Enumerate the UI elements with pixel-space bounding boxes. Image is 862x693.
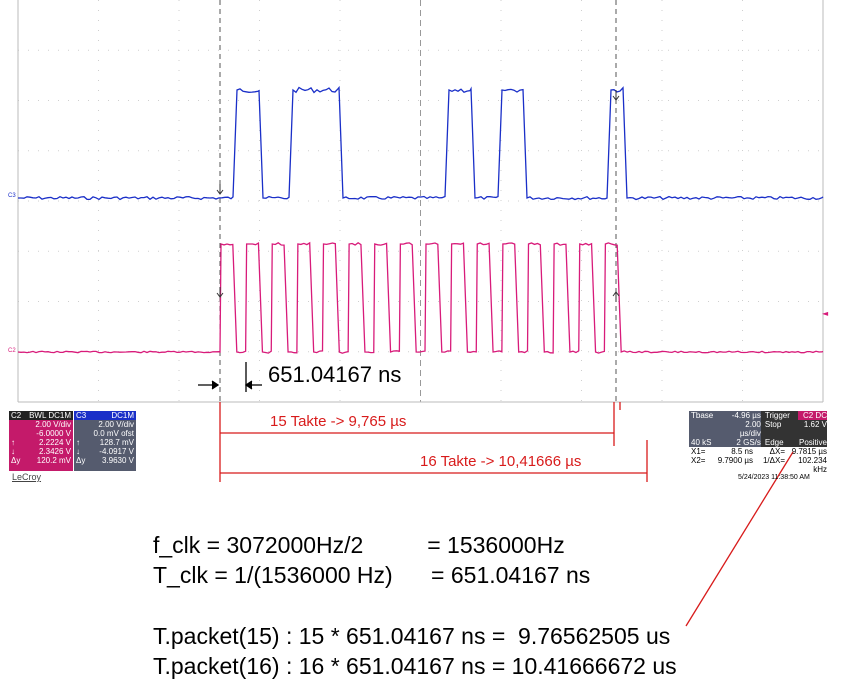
c2-row: -6.0000 V	[36, 429, 71, 438]
c3-row: 0.0 mV ofst	[93, 429, 134, 438]
c3-name: C3	[76, 411, 87, 420]
c3-coupling: DC1M	[111, 411, 134, 420]
c2-row: ↓ 2.3426 V	[11, 447, 71, 456]
ch2-level-label: C2	[8, 348, 16, 354]
timebase-panel[interactable]: Tbase -4.96 µs Trigger C2 DC 2.00 µs/div…	[689, 411, 827, 474]
timestamp: 5/24/2023 11:38:50 AM	[738, 474, 810, 481]
channel-c3-header: C3 DC1M	[74, 411, 136, 420]
c3-row: 2.00 V/div	[98, 420, 134, 429]
trigger-level-marker: ◄	[822, 309, 829, 318]
oscilloscope-screenshot: C3 C2 ◄ 651.04167 ns 15 Takte -> 9,765 µ…	[8, 0, 829, 627]
timebase-row: 40 kS 2 GS/s Edge Positive	[689, 438, 827, 447]
cursor-readout-row: X1= 8.5 ns ΔX= 9.7815 µs	[691, 447, 827, 456]
takte15-label: 15 Takte -> 9,765 µs	[270, 413, 406, 430]
c2-row: 2.00 V/div	[35, 420, 71, 429]
c3-row: Δy 3.9630 V	[76, 456, 134, 465]
calc-line-packet16: T.packet(16) : 16 * 651.04167 ns = 10.41…	[153, 653, 677, 679]
calc-line-fclk: f_clk = 3072000Hz/2 = 1536000Hz	[153, 532, 565, 558]
channel-c2-panel[interactable]: C2 BWL DC1M 2.00 V/div -6.0000 V ↑ 2.2224…	[9, 411, 73, 471]
timebase-row: 2.00 µs/div Stop 1.62 V	[689, 420, 827, 438]
c2-coupling: BWL DC1M	[29, 411, 71, 420]
cursor-readout-row: X2= 9.7900 µs 1/ΔX= 102.234 kHz	[691, 456, 827, 474]
c2-row: ↑ 2.2224 V	[11, 438, 71, 447]
c2-name: C2	[11, 411, 22, 420]
calc-line-tclk: T_clk = 1/(1536000 Hz) = 651.04167 ns	[153, 562, 591, 588]
lecroy-logo: LeCroy	[12, 472, 42, 482]
period-label: 651.04167 ns	[268, 362, 401, 387]
ch3-level-label: C3	[8, 193, 16, 199]
c3-row: ↓ -4.0917 V	[76, 447, 134, 456]
channel-c3-panel[interactable]: C3 DC1M 2.00 V/div 0.0 mV ofst ↑ 128.7 mV…	[74, 411, 136, 471]
c2-row: Δy 120.2 mV	[11, 456, 71, 465]
takte16-label: 16 Takte -> 10,41666 µs	[420, 453, 581, 470]
timebase-header: Tbase -4.96 µs Trigger C2 DC	[689, 411, 827, 420]
channel-c2-header: C2 BWL DC1M	[9, 411, 73, 420]
calc-line-packet15: T.packet(15) : 15 * 651.04167 ns = 9.765…	[153, 623, 671, 649]
c3-row: ↑ 128.7 mV	[76, 438, 134, 447]
